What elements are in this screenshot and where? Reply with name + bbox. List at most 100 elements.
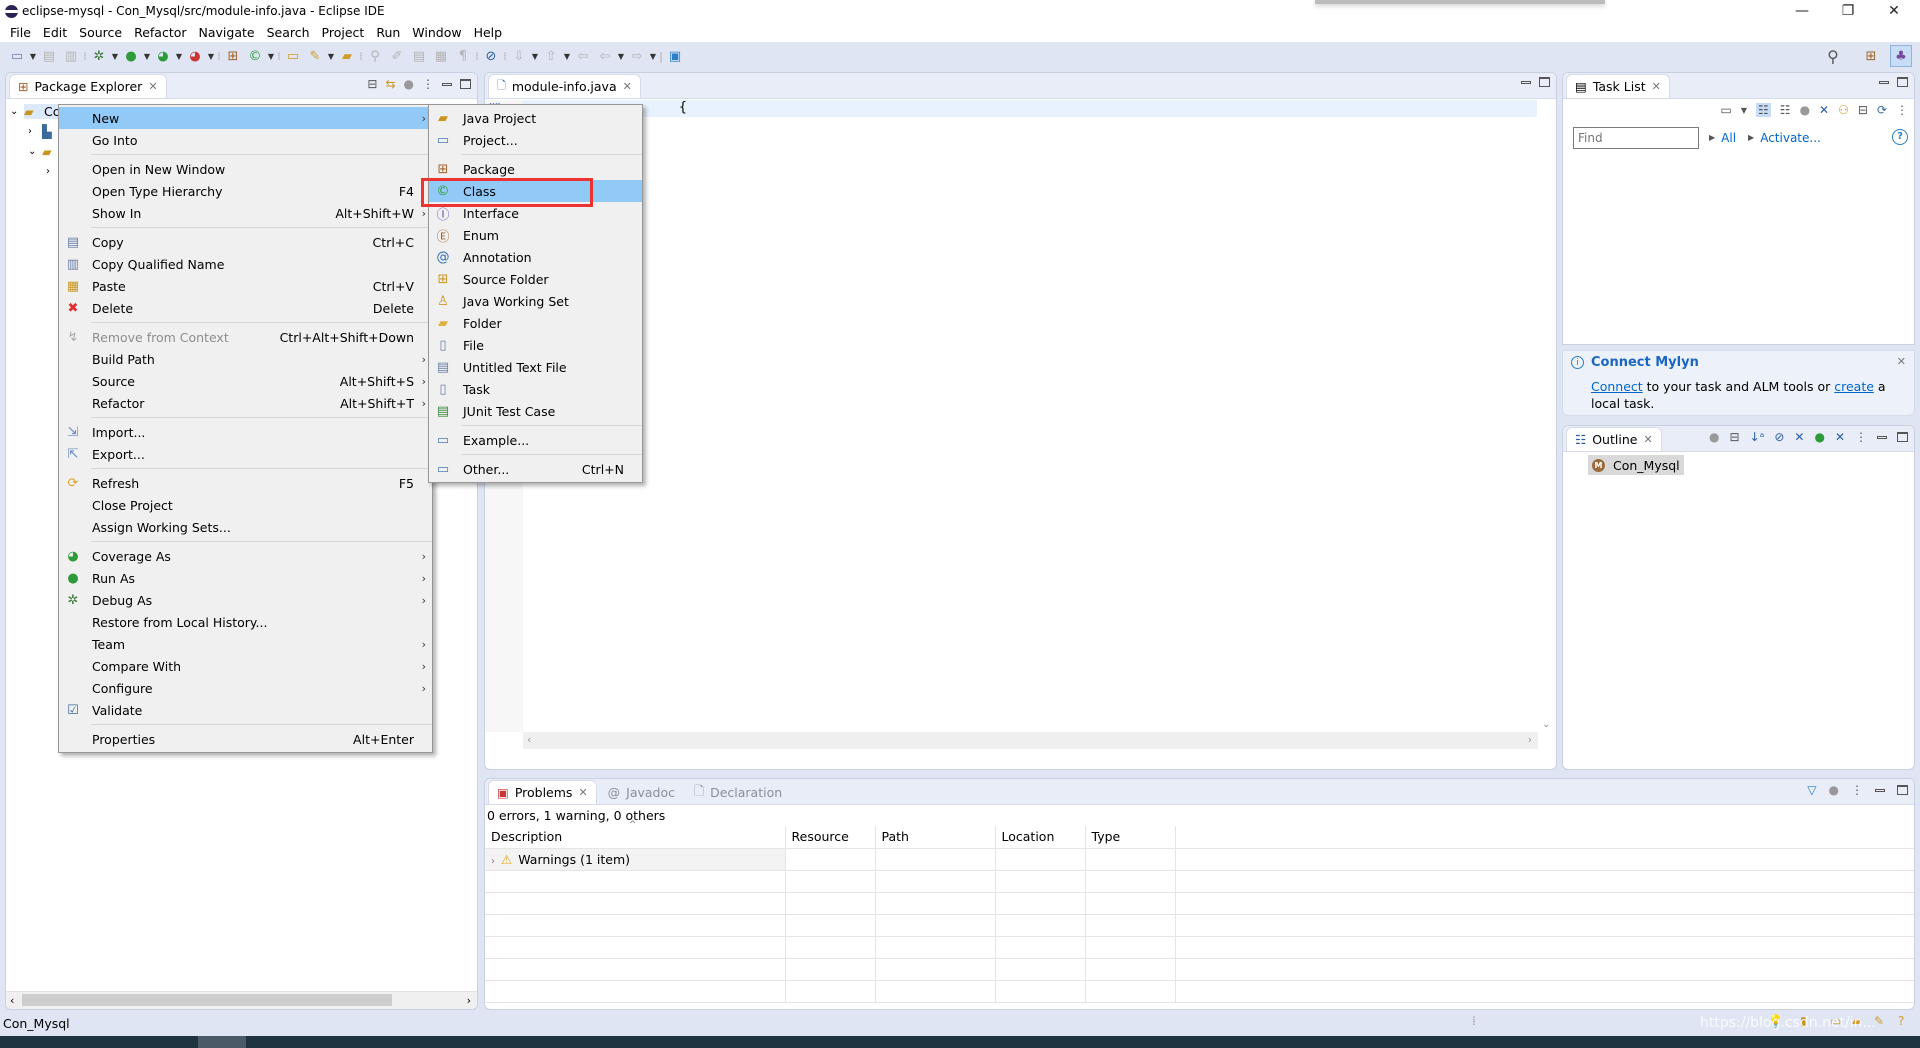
search-icon[interactable]: ⚲ [1822, 45, 1844, 67]
menu-help[interactable]: Help [468, 25, 509, 40]
debug-icon[interactable]: ✲ [88, 45, 110, 67]
context_menu-item-build-path[interactable]: Build Path › [59, 348, 432, 370]
forward-dropdown[interactable]: ▼ [648, 45, 658, 67]
all-link[interactable]: All [1721, 131, 1736, 145]
synchronize-icon[interactable]: ⟳ [1877, 103, 1887, 117]
close-tab-icon[interactable]: ✕ [623, 80, 632, 93]
column-path[interactable]: Path [875, 826, 996, 849]
horizontal-scrollbar[interactable]: ‹ › [6, 991, 477, 1009]
column-description[interactable]: Description ^ [485, 820, 786, 849]
minimize-editor-icon[interactable] [1521, 80, 1531, 84]
maximize-view-icon[interactable] [1897, 77, 1908, 87]
menu-run[interactable]: Run [370, 25, 406, 40]
collapse-all-icon[interactable]: ⊟ [367, 77, 377, 91]
new_submenu-item-example[interactable]: ▭ Example... [429, 429, 642, 451]
focus-task-icon[interactable]: ● [404, 77, 414, 91]
new_submenu-item-java-project[interactable]: ▰ Java Project [429, 107, 642, 129]
java-perspective-icon[interactable]: ♣ [1890, 45, 1912, 67]
close-notice-icon[interactable]: ✕ [1897, 355, 1906, 368]
context_menu-item-coverage-as[interactable]: ◕ Coverage As › [59, 545, 432, 567]
new-class-icon[interactable]: © [244, 45, 266, 67]
new_submenu-item-source-folder[interactable]: ⊞ Source Folder [429, 268, 642, 290]
context_menu-item-new[interactable]: New › [59, 107, 432, 129]
new_submenu-item-package[interactable]: ⊞ Package [429, 158, 642, 180]
tab-declaration[interactable]: 🗋 Declaration [686, 780, 790, 804]
tab-outline[interactable]: ☷ Outline ✕ [1566, 427, 1662, 451]
tab-task-list[interactable]: ▤ Task List ✕ [1566, 74, 1670, 98]
open-type-icon[interactable]: ▭ [282, 45, 304, 67]
scroll-right-icon[interactable]: › [1528, 733, 1532, 746]
maximize-editor-icon[interactable] [1539, 77, 1550, 87]
column-resource[interactable]: Resource [785, 826, 876, 849]
help-status-icon[interactable]: ? [1898, 1014, 1904, 1028]
context_menu-item-open-in-new-window[interactable]: Open in New Window [59, 158, 432, 180]
context_menu-item-import[interactable]: ⇲ Import... [59, 421, 432, 443]
expand-chevron-icon[interactable]: › [491, 856, 495, 867]
new_submenu-item-task[interactable]: ▯ Task [429, 378, 642, 400]
context_menu-item-delete[interactable]: ✖ Delete Delete [59, 297, 432, 319]
context_menu-item-copy[interactable]: ▤ Copy Ctrl+C [59, 231, 432, 253]
context_menu-item-open-type-hierarchy[interactable]: Open Type Hierarchy F4 [59, 180, 432, 202]
focus-task-icon[interactable]: ● [1709, 430, 1719, 444]
horizontal-scrollbar[interactable]: ‹ › [523, 732, 1538, 749]
code-text[interactable]: { [679, 100, 687, 115]
close-button[interactable]: ✕ [1871, 0, 1917, 22]
back-dropdown[interactable]: ▼ [616, 45, 626, 67]
pin-editor-icon[interactable]: ▣ [664, 45, 686, 67]
menu-project[interactable]: Project [316, 25, 371, 40]
context_menu-item-show-in[interactable]: Show In Alt+Shift+W › [59, 202, 432, 224]
context_menu-item-close-project[interactable]: Close Project [59, 494, 432, 516]
context_menu-item-export[interactable]: ⇱ Export... [59, 443, 432, 465]
hide-inactive-icon[interactable]: ⊘ [480, 45, 502, 67]
context_menu-item-team[interactable]: Team › [59, 633, 432, 655]
view-menu-icon[interactable]: ⋮ [1851, 783, 1863, 797]
new_submenu-item-project[interactable]: ▭ Project... [429, 129, 642, 151]
link-editor-icon[interactable]: ⇆ [385, 77, 395, 91]
tab-javadoc[interactable]: @ Javadoc [600, 780, 683, 804]
menu-search[interactable]: Search [261, 25, 316, 40]
show-whitespace-icon[interactable]: ¶ [452, 45, 474, 67]
context_menu-item-compare-with[interactable]: Compare With › [59, 655, 432, 677]
collapse-all-icon[interactable]: ⊟ [1858, 103, 1868, 117]
new-task-dropdown[interactable]: ▼ [1741, 106, 1747, 115]
context_menu-item-restore-from-local-history[interactable]: Restore from Local History... [59, 611, 432, 633]
context_menu-item-go-into[interactable]: Go Into [59, 129, 432, 151]
toggle-mark-icon[interactable]: ✐ [386, 45, 408, 67]
new_submenu-item-junit-test-case[interactable]: ▤ JUnit Test Case [429, 400, 642, 422]
minimize-view-icon[interactable] [442, 82, 452, 86]
menu-edit[interactable]: Edit [37, 25, 73, 40]
open-task-dropdown[interactable]: ▼ [326, 45, 336, 67]
word-wrap-icon[interactable]: ▦ [430, 45, 452, 67]
run-dropdown[interactable]: ▼ [142, 45, 152, 67]
scroll-down-icon[interactable]: ⌄ [1542, 719, 1550, 730]
collapse-all-icon[interactable]: ⊟ [1730, 430, 1740, 444]
maximize-view-icon[interactable] [1897, 432, 1908, 442]
menu-refactor[interactable]: Refactor [128, 25, 192, 40]
context_menu-item-run-as[interactable]: ● Run As › [59, 567, 432, 589]
external-tools-icon[interactable]: ◕ [184, 45, 206, 67]
taskbar-app-button[interactable] [198, 1036, 246, 1048]
hide-nonpublic-icon[interactable]: ● [1814, 430, 1824, 444]
coverage-icon[interactable]: ◕ [152, 45, 174, 67]
scroll-left-icon[interactable]: ‹ [527, 733, 531, 746]
prev-annotation-dropdown[interactable]: ▼ [562, 45, 572, 67]
close-tab-icon[interactable]: ✕ [1643, 433, 1652, 446]
sort-icon[interactable]: ↓ᵃ [1750, 430, 1765, 444]
new-package-icon[interactable]: ⊞ [222, 45, 244, 67]
context_menu-item-copy-qualified-name[interactable]: ▥ Copy Qualified Name [59, 253, 432, 275]
new-task-icon[interactable]: ▭ [1721, 103, 1732, 117]
scheduled-icon[interactable]: ☷ [1780, 103, 1791, 117]
context_menu-item-configure[interactable]: Configure › [59, 677, 432, 699]
scroll-left-icon[interactable]: ‹ [10, 994, 14, 1007]
open-task-icon[interactable]: ✎ [304, 45, 326, 67]
restore-button[interactable]: ❐ [1825, 0, 1871, 22]
activate-link[interactable]: Activate... [1760, 131, 1821, 145]
tab-module-info[interactable]: 🗋 module-info.java ✕ [488, 74, 641, 98]
external-tools-dropdown[interactable]: ▼ [206, 45, 216, 67]
table-row[interactable]: › ⚠ Warnings (1 item) [485, 848, 1914, 871]
context_menu-item-debug-as[interactable]: ✲ Debug As › [59, 589, 432, 611]
tab-problems[interactable]: ▣ Problems ✕ [488, 780, 597, 804]
last-edit-icon[interactable]: ⇦ [572, 45, 594, 67]
focus-task-icon[interactable]: ● [1829, 783, 1839, 797]
prev-annotation-icon[interactable]: ⇧ [540, 45, 562, 67]
